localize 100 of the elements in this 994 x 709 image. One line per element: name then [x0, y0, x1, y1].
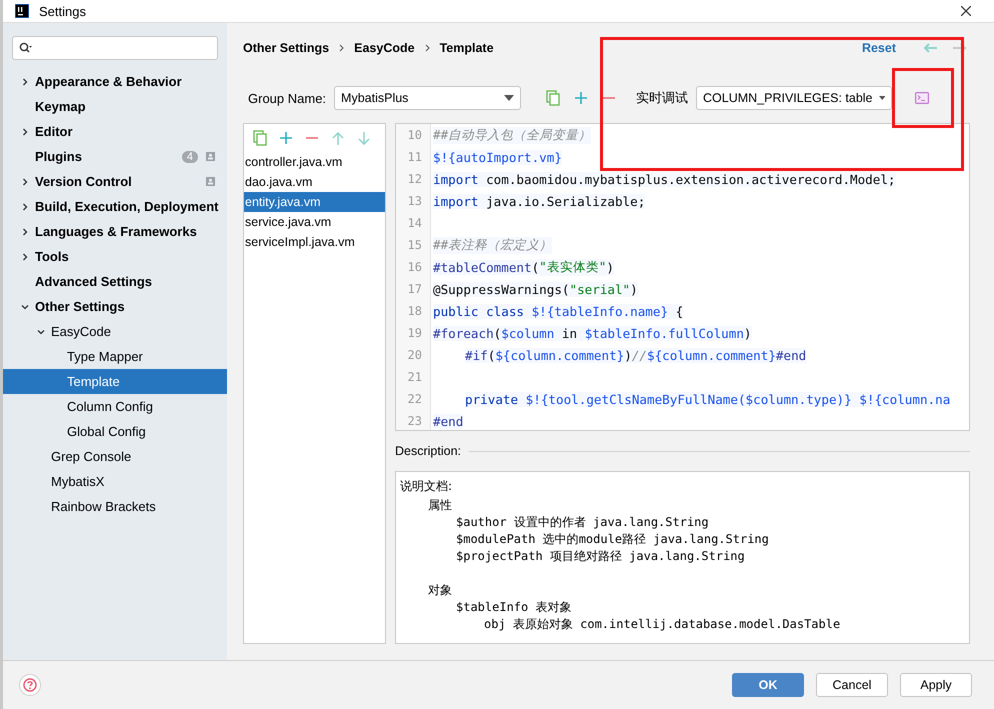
line-number: 23 — [406, 413, 423, 430]
line-number: 15 — [406, 237, 423, 254]
code-token: ${column.comment} — [647, 348, 776, 362]
table-dropdown[interactable]: COLUMN_PRIVILEGES: table — [696, 86, 892, 110]
code-token: ) — [606, 260, 614, 274]
group-name-label: Group Name: — [248, 90, 326, 106]
description-line: 对象 — [428, 582, 453, 599]
caret-icon — [878, 95, 885, 101]
line-number: 16 — [406, 259, 423, 276]
line-number: 11 — [406, 149, 423, 166]
sidebar-item[interactable]: Grep Console — [3, 444, 227, 469]
sidebar-item[interactable]: Rainbow Brackets — [3, 494, 227, 519]
code-token: import — [433, 172, 478, 186]
sidebar-item[interactable]: Build, Execution, Deployment — [3, 194, 227, 219]
code-token: ) — [624, 348, 632, 362]
chevron-icon[interactable] — [37, 328, 45, 336]
chevron-icon[interactable] — [21, 178, 29, 186]
file-item[interactable]: controller.java.vm — [244, 152, 385, 172]
description-line: $tableInfo 表对象 — [456, 599, 572, 616]
code-token: #if — [465, 348, 488, 362]
separator-icon — [339, 44, 344, 52]
code-token: $!{tableInfo.name} — [532, 304, 668, 318]
sidebar-item[interactable]: Column Config — [3, 394, 227, 419]
search-icon — [19, 42, 33, 54]
code-token: $!{column.na — [852, 392, 950, 406]
sidebar-item[interactable]: Template — [3, 369, 227, 394]
ok-button[interactable]: OK — [732, 673, 804, 697]
line-number: 22 — [406, 391, 423, 408]
help-icon[interactable] — [19, 674, 41, 696]
line-number: 10 — [406, 127, 423, 144]
description-box[interactable]: 说明文档: 属性 $author 设置中的作者 java.lang.String $modulePath 选中的module路径 java.lang.String $projectPath 项目绝对路径 java.lang.String 对象 $tableInfo 表对象 obj 表原始对象 com.intellij.database.model.DasTable — [395, 471, 970, 644]
description-heading: 说明文档: — [400, 478, 454, 495]
sidebar-item[interactable]: Other Settings — [3, 294, 227, 319]
line-number: 13 — [406, 193, 423, 210]
sidebar-item[interactable]: Advanced Settings — [3, 269, 227, 294]
code-editor[interactable] — [395, 123, 970, 431]
code-token: in — [554, 326, 585, 340]
description-line: $modulePath 选中的module路径 java.lang.String — [456, 531, 770, 548]
line-number: 20 — [406, 347, 423, 364]
sidebar-item[interactable]: Tools — [3, 244, 227, 269]
code-token: #end — [433, 414, 464, 428]
code-token: $!{autoImport.vm} — [433, 150, 562, 164]
sidebar-item[interactable]: Global Config — [3, 419, 227, 444]
caret-icon — [504, 95, 514, 101]
sidebar-item[interactable]: EasyCode — [3, 319, 227, 344]
chevron-icon[interactable] — [21, 302, 29, 310]
line-number: 12 — [406, 171, 423, 188]
code-token: #end — [776, 348, 806, 362]
code-token: ##表注释（宏定义） — [433, 236, 552, 254]
breadcrumb-item: Template — [440, 41, 494, 55]
breadcrumb-item: Other Settings — [243, 41, 330, 55]
code-token: java.io.Serializable; — [478, 194, 646, 208]
reset-link[interactable]: Reset — [862, 41, 896, 55]
code-token: public class — [433, 304, 532, 318]
chevron-icon[interactable] — [21, 78, 29, 86]
sidebar-item[interactable]: Plugins 4 — [3, 144, 227, 169]
code-token: #foreach — [433, 326, 494, 340]
file-item[interactable]: service.java.vm — [244, 212, 385, 232]
description-label: Description: — [395, 444, 461, 458]
code-token: $tableInfo.fullColumn — [584, 326, 744, 340]
sidebar-item[interactable]: Keymap — [3, 94, 227, 119]
description-line: $projectPath 项目绝对路径 java.lang.String — [456, 548, 746, 565]
chevron-icon[interactable] — [21, 128, 29, 136]
code-token: { — [668, 304, 684, 318]
code-token: $column — [501, 326, 554, 340]
window-title: Settings — [39, 4, 87, 18]
sidebar-item[interactable]: Languages & Frameworks — [3, 219, 227, 244]
search-field[interactable] — [12, 36, 218, 60]
description-line: obj 表原始对象 com.intellij.database.model.DasTable — [484, 616, 842, 633]
code-token: "serial" — [569, 282, 630, 296]
file-item[interactable]: serviceImpl.java.vm — [244, 232, 385, 252]
code-token: $!{tool.getClsNameByFullName($column.type)} — [526, 392, 852, 406]
dialog-button[interactable]: Apply — [900, 673, 972, 697]
line-number: 19 — [406, 325, 423, 342]
chevron-icon[interactable] — [21, 252, 29, 260]
code-token: import — [433, 194, 478, 208]
sidebar-item[interactable]: Appearance & Behavior — [3, 69, 227, 94]
code-token: com.baomidou.mybatisplus.extension.activerecord.Model; — [478, 172, 896, 186]
code-token: // — [632, 348, 648, 362]
chevron-icon[interactable] — [21, 202, 29, 210]
sidebar-item[interactable]: Type Mapper — [3, 344, 227, 369]
app-logo-icon — [15, 4, 29, 18]
file-item[interactable]: entity.java.vm — [244, 192, 385, 212]
code-token: ${column.comment} — [495, 348, 624, 362]
description-line: $author 设置中的作者 java.lang.String — [456, 514, 710, 531]
sidebar-item[interactable]: Editor — [3, 119, 227, 144]
debug-label: 实时调试 — [636, 89, 688, 107]
breadcrumb-item: EasyCode — [354, 41, 415, 55]
dialog-button[interactable]: Cancel — [816, 673, 888, 697]
code-token: private — [465, 392, 526, 406]
code-token: #tableComment — [433, 260, 532, 274]
line-number: 17 — [406, 281, 423, 298]
group-dropdown[interactable]: MybatisPlus — [334, 86, 522, 110]
chevron-icon[interactable] — [21, 228, 29, 236]
description-line: 属性 — [428, 497, 453, 514]
file-item[interactable]: dao.java.vm — [244, 172, 385, 192]
separator-icon — [424, 44, 430, 52]
count-badge: 4 — [182, 150, 198, 162]
sidebar-item[interactable]: Version Control — [3, 169, 227, 194]
sidebar-item[interactable]: MybatisX — [3, 469, 227, 494]
